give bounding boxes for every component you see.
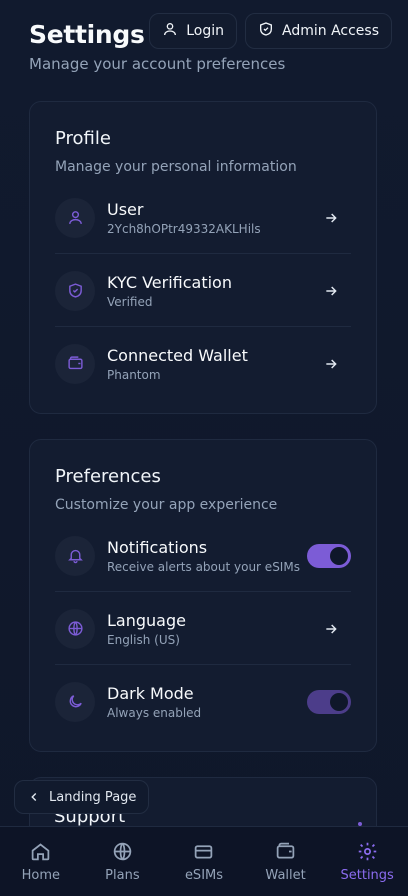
wallet-icon (55, 343, 95, 384)
user-icon (55, 197, 95, 238)
notifications-title: Notifications (107, 537, 208, 557)
login-button[interactable]: Login (149, 13, 237, 49)
profile-card: Profile Manage your personal information… (29, 101, 377, 414)
nav-home-label: Home (21, 867, 60, 883)
language-title: Language (107, 610, 186, 630)
shield-check-icon (258, 21, 274, 41)
user-title: User (107, 199, 144, 219)
arrow-right-icon (326, 212, 337, 223)
dark-mode-title: Dark Mode (107, 683, 194, 703)
nav-settings-label: Settings (340, 867, 394, 883)
arrow-right-icon (326, 623, 337, 634)
notifications-row: Notifications Receive alerts about your … (55, 519, 351, 592)
user-row[interactable]: User 2Ych8hOPtr49332AKLHils (55, 181, 351, 254)
user-id: 2Ych8hOPtr49332AKLHils (107, 221, 261, 236)
globe-icon (55, 608, 95, 649)
nav-home[interactable]: Home (0, 827, 82, 896)
kyc-row[interactable]: KYC Verification Verified (55, 254, 351, 327)
top-actions: Login Admin Access (149, 13, 392, 49)
login-label: Login (186, 23, 224, 39)
home-icon (32, 842, 50, 860)
kyc-status: Verified (107, 294, 153, 309)
wallet-icon (276, 842, 295, 858)
profile-title: Profile (55, 128, 111, 149)
preferences-subtitle: Customize your app experience (55, 497, 278, 513)
toggle-knob (330, 692, 348, 711)
wallet-name: Phantom (107, 367, 161, 382)
arrow-right-icon (326, 285, 337, 296)
nav-plans-label: Plans (105, 867, 140, 883)
notifications-toggle[interactable] (307, 543, 351, 568)
dark-mode-subtitle: Always enabled (107, 705, 202, 720)
landing-page-label: Landing Page (49, 789, 137, 805)
admin-access-button[interactable]: Admin Access (245, 13, 392, 49)
settings-page: Settings Manage your account preferences… (0, 0, 408, 896)
nav-settings[interactable]: Settings (326, 827, 408, 896)
moon-icon (55, 681, 95, 722)
dark-mode-toggle[interactable] (307, 689, 351, 714)
wallet-title: Connected Wallet (107, 345, 248, 365)
gear-icon (358, 842, 376, 860)
dark-mode-row: Dark Mode Always enabled (55, 665, 351, 738)
nav-esims[interactable]: eSIMs (163, 827, 245, 896)
landing-page-button[interactable]: Landing Page (14, 780, 150, 814)
profile-subtitle: Manage your personal information (55, 159, 297, 175)
bottom-nav: Home Plans eSIMs Wallet Settings (0, 826, 408, 896)
card-icon (195, 844, 213, 858)
nav-wallet-label: Wallet (265, 867, 306, 883)
toggle-knob (330, 546, 348, 565)
shield-check-icon (55, 270, 95, 311)
page-subtitle: Manage your account preferences (29, 55, 286, 73)
admin-access-label: Admin Access (282, 23, 379, 39)
language-row[interactable]: Language English (US) (55, 592, 351, 665)
wallet-row[interactable]: Connected Wallet Phantom (55, 327, 351, 400)
kyc-title: KYC Verification (107, 272, 232, 292)
preferences-card: Preferences Customize your app experienc… (29, 439, 377, 752)
chevron-left-icon (31, 793, 37, 801)
arrow-right-icon (326, 358, 337, 369)
preferences-title: Preferences (55, 466, 161, 487)
bell-icon (55, 535, 95, 576)
language-value: English (US) (107, 632, 180, 647)
notifications-subtitle: Receive alerts about your eSIMs (107, 559, 300, 574)
user-icon (162, 21, 178, 41)
nav-esims-label: eSIMs (184, 867, 224, 883)
globe-icon (113, 842, 132, 860)
nav-plans[interactable]: Plans (82, 827, 164, 896)
nav-wallet[interactable]: Wallet (245, 827, 327, 896)
